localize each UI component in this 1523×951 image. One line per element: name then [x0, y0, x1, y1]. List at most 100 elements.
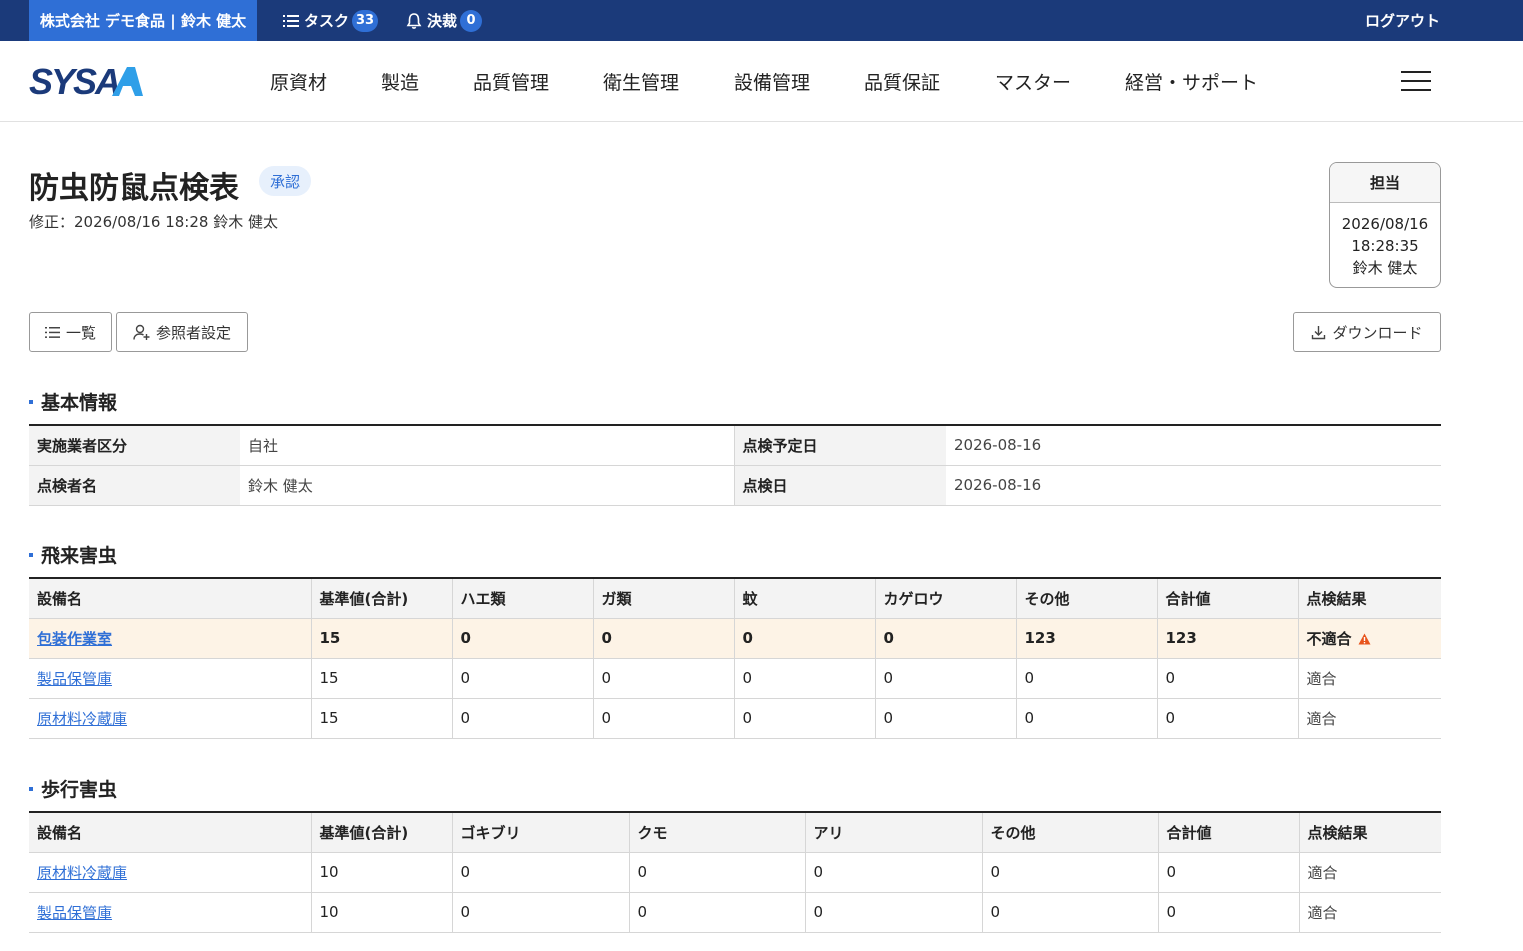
- table-cell: 0: [874, 658, 1016, 699]
- contractor-type-value: 自社: [240, 425, 734, 466]
- table-row: 製品保管庫 10 0 0 0 0 0 適合: [29, 892, 1441, 933]
- table-cell: 0: [592, 698, 734, 739]
- table-cell: 0: [874, 618, 1016, 659]
- table-cell: 0: [733, 618, 875, 659]
- nav-item-raw-materials[interactable]: 原資材: [270, 68, 381, 95]
- table-row: 包装作業室 15 0 0 0 0 123 123 不適合: [29, 618, 1441, 659]
- table-cell: 0: [1015, 698, 1157, 739]
- table-cell: 0: [451, 892, 629, 933]
- nav-item-master[interactable]: マスター: [995, 68, 1125, 95]
- equipment-link[interactable]: 製品保管庫: [37, 904, 112, 922]
- table-cell: 0: [451, 618, 593, 659]
- col-header: ガ類: [592, 578, 734, 619]
- table-cell: 0: [804, 852, 982, 893]
- col-header: 設備名: [29, 812, 311, 853]
- table-cell: 0: [592, 618, 734, 659]
- nav-item-quality-control[interactable]: 品質管理: [473, 68, 603, 95]
- top-bar: 株式会社 デモ食品 | 鈴木 健太 タスク 33 決裁 0 ログアウト: [0, 0, 1523, 41]
- equipment-link[interactable]: 包装作業室: [37, 630, 112, 648]
- nav-item-manufacturing[interactable]: 製造: [381, 68, 473, 95]
- stamp-role: 担当: [1330, 163, 1440, 203]
- table-cell: 0: [874, 698, 1016, 739]
- table-cell: 15: [310, 618, 452, 659]
- add-user-icon: [133, 324, 150, 340]
- modified-info: 修正：2026/08/16 18:28 鈴木 健太: [29, 213, 278, 231]
- logout-link[interactable]: ログアウト: [1365, 0, 1440, 41]
- scheduled-date-value: 2026-08-16: [946, 425, 1441, 466]
- flying-insects-table: 設備名 基準値(合計) ハエ類 ガ類 蚊 カゲロウ その他 合計値 点検結果 包…: [29, 577, 1441, 739]
- download-label: ダウンロード: [1332, 323, 1423, 342]
- tasks-count-badge: 33: [352, 9, 379, 32]
- result-cell: 不適合: [1297, 618, 1441, 659]
- download-button[interactable]: ダウンロード: [1293, 312, 1441, 352]
- table-row: 原材料冷蔵庫 15 0 0 0 0 0 0 適合: [29, 698, 1441, 739]
- table-cell: 123: [1015, 618, 1157, 659]
- table-cell: 0: [1156, 698, 1298, 739]
- nav-item-equipment[interactable]: 設備管理: [734, 68, 864, 95]
- table-cell: 123: [1156, 618, 1298, 659]
- nav-item-quality-assurance[interactable]: 品質保証: [864, 68, 995, 95]
- approvals-link[interactable]: 決裁 0: [405, 0, 483, 41]
- col-header: ゴキブリ: [451, 812, 629, 853]
- basic-info-table: 実施業者区分 自社 点検予定日 2026-08-16 点検者名 鈴木 健太 点検…: [29, 424, 1441, 506]
- table-row: 点検者名 鈴木 健太 点検日 2026-08-16: [29, 465, 1441, 506]
- table-cell: 0: [1015, 658, 1157, 699]
- table-cell: 0: [1157, 852, 1299, 893]
- inspection-date-label: 点検日: [733, 465, 946, 506]
- nav-menu: 原資材 製造 品質管理 衛生管理 設備管理 品質保証 マスター 経営・サポート: [270, 41, 1258, 122]
- table-cell: 0: [1156, 658, 1298, 699]
- table-header-row: 設備名 基準値(合計) ハエ類 ガ類 蚊 カゲロウ その他 合計値 点検結果: [29, 578, 1441, 619]
- svg-text:SYSA: SYSA: [29, 65, 119, 97]
- company-user-label: 株式会社 デモ食品 | 鈴木 健太: [29, 0, 257, 41]
- sysa-logo[interactable]: SYSA: [29, 65, 144, 97]
- table-cell: 0: [628, 852, 805, 893]
- table-cell: 0: [981, 852, 1158, 893]
- result-label: 不適合: [1306, 629, 1352, 648]
- tasks-link[interactable]: タスク 33: [283, 0, 379, 41]
- approvals-count-badge: 0: [460, 9, 483, 32]
- equipment-link[interactable]: 原材料冷蔵庫: [37, 864, 127, 882]
- tasks-label: タスク: [304, 12, 350, 30]
- table-cell: 10: [310, 852, 452, 893]
- list-icon: [283, 14, 299, 27]
- col-header: その他: [981, 812, 1158, 853]
- main-nav: SYSA 原資材 製造 品質管理 衛生管理 設備管理 品質保証 マスター 経営・…: [0, 41, 1523, 122]
- equipment-link[interactable]: 製品保管庫: [37, 670, 112, 688]
- approval-stamp: 担当 2026/08/16 18:28:35 鈴木 健太: [1329, 162, 1441, 288]
- crawling-insects-heading: 歩行害虫: [29, 775, 117, 802]
- col-header: 蚊: [733, 578, 875, 619]
- col-header: 基準値(合計): [310, 812, 452, 853]
- crawling-insects-table: 設備名 基準値(合計) ゴキブリ クモ アリ その他 合計値 点検結果 原材料冷…: [29, 811, 1441, 933]
- hamburger-menu-icon[interactable]: [1401, 71, 1431, 93]
- viewers-settings-label: 参照者設定: [155, 323, 231, 342]
- list-icon: [44, 326, 60, 338]
- nav-item-management-support[interactable]: 経営・サポート: [1125, 68, 1258, 95]
- inspector-name-value: 鈴木 健太: [240, 465, 734, 506]
- table-cell: 0: [1157, 892, 1299, 933]
- inspector-name-label: 点検者名: [29, 465, 240, 506]
- table-cell: 15: [310, 698, 452, 739]
- inspection-date-value: 2026-08-16: [946, 465, 1441, 506]
- result-cell: 適合: [1297, 658, 1441, 699]
- col-header: アリ: [804, 812, 982, 853]
- stamp-time: 18:28:35: [1351, 237, 1419, 255]
- list-button[interactable]: 一覧: [29, 312, 112, 352]
- table-row: 原材料冷蔵庫 10 0 0 0 0 0 適合: [29, 852, 1441, 893]
- basic-info-heading: 基本情報: [29, 388, 117, 415]
- table-cell: 0: [733, 698, 875, 739]
- download-icon: [1312, 325, 1326, 339]
- table-cell: 0: [451, 852, 629, 893]
- flying-insects-heading: 飛来害虫: [29, 541, 117, 568]
- result-cell: 適合: [1298, 852, 1441, 893]
- viewers-settings-button[interactable]: 参照者設定: [116, 312, 248, 352]
- warning-icon: [1358, 633, 1371, 644]
- table-cell: 0: [628, 892, 805, 933]
- table-header-row: 設備名 基準値(合計) ゴキブリ クモ アリ その他 合計値 点検結果: [29, 812, 1441, 853]
- col-header: カゲロウ: [874, 578, 1016, 619]
- col-header: 設備名: [29, 578, 311, 619]
- scheduled-date-label: 点検予定日: [733, 425, 946, 466]
- nav-item-sanitation[interactable]: 衛生管理: [603, 68, 734, 95]
- equipment-link[interactable]: 原材料冷蔵庫: [37, 710, 127, 728]
- table-cell: 0: [804, 892, 982, 933]
- col-header: 基準値(合計): [310, 578, 452, 619]
